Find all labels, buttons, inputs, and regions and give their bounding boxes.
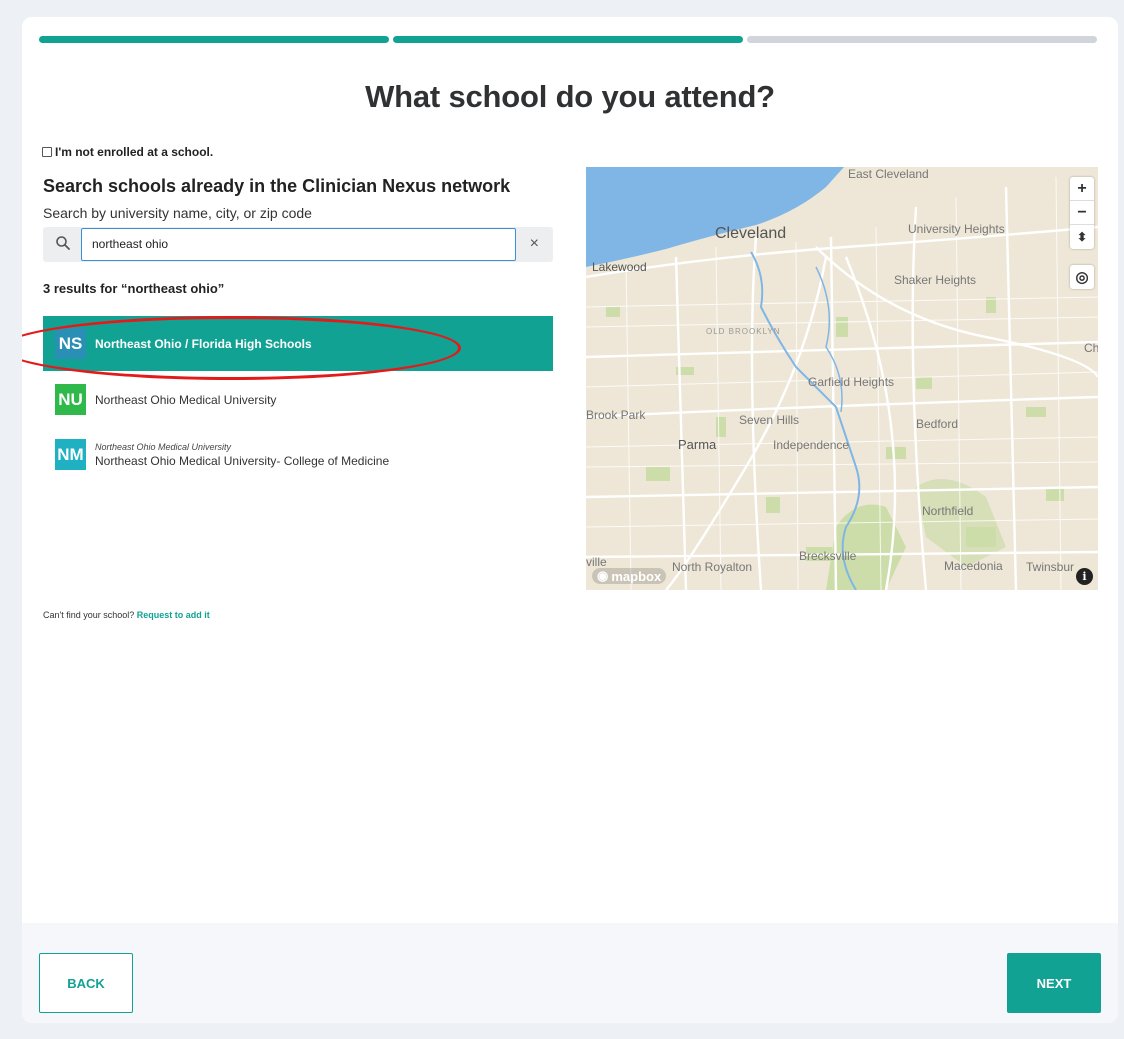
school-badge: NU xyxy=(55,384,86,415)
map-label-old-brooklyn: OLD BROOKLYN xyxy=(706,327,781,336)
results-summary: 3 results for “northeast ohio” xyxy=(43,281,225,296)
page-title: What school do you attend? xyxy=(365,79,775,114)
result-item-ns[interactable]: NS Northeast Ohio / Florida High Schools xyxy=(43,316,553,371)
not-enrolled-checkbox[interactable]: I'm not enrolled at a school. xyxy=(42,145,213,159)
map-label-bedford: Bedford xyxy=(916,417,959,431)
map-zoom-controls: + − ⬍ xyxy=(1070,177,1094,249)
info-icon[interactable]: i xyxy=(1076,568,1093,585)
progress-step-3 xyxy=(747,36,1097,43)
compass-button[interactable]: ⬍ xyxy=(1070,225,1094,249)
map-label-lakewood: Lakewood xyxy=(592,260,647,274)
school-badge: NM xyxy=(55,439,86,470)
locate-button[interactable]: ◎ xyxy=(1070,265,1094,289)
map-label-university-heights: University Heights xyxy=(908,222,1005,236)
map-label-edge-right: Ch xyxy=(1084,341,1098,355)
school-text: Northeast Ohio Medical University Northe… xyxy=(95,442,389,468)
map-label-shaker-heights: Shaker Heights xyxy=(894,273,977,287)
map-label-east-cleveland: East Cleveland xyxy=(848,167,929,181)
next-button[interactable]: NEXT xyxy=(1007,953,1101,1013)
search-box: northeast ohio × xyxy=(43,227,553,262)
result-item-nu[interactable]: NU Northeast Ohio Medical University xyxy=(43,372,553,427)
map-label-macedonia: Macedonia xyxy=(944,559,1003,573)
footer-bar: BACK NEXT xyxy=(22,923,1118,1023)
zoom-in-button[interactable]: + xyxy=(1070,177,1094,201)
mapbox-logo-icon: ◉ xyxy=(597,568,609,583)
zoom-out-button[interactable]: − xyxy=(1070,201,1094,225)
request-school: Can't find your school? Request to add i… xyxy=(43,610,210,620)
map-label-garfield-heights: Garfield Heights xyxy=(808,375,895,389)
clear-search-icon[interactable]: × xyxy=(530,235,539,253)
school-name: Northeast Ohio Medical University- Colle… xyxy=(95,453,390,468)
not-enrolled-label: I'm not enrolled at a school. xyxy=(55,145,214,159)
mapbox-logo[interactable]: ◉ mapbox xyxy=(592,568,667,584)
map-label-northfield: Northfield xyxy=(922,504,974,518)
school-name: Northeast Ohio Medical University xyxy=(95,392,277,407)
map-label-brecksville: Brecksville xyxy=(799,549,857,563)
school-map[interactable]: East Cleveland Cleveland University Heig… xyxy=(586,167,1098,590)
parent-school-name: Northeast Ohio Medical University xyxy=(95,441,232,452)
back-button[interactable]: BACK xyxy=(39,953,133,1013)
map-label-parma: Parma xyxy=(678,437,717,452)
map-label-north-royalton: North Royalton xyxy=(672,560,753,574)
search-input[interactable]: northeast ohio xyxy=(81,228,516,261)
map-label-independence: Independence xyxy=(773,438,850,452)
progress-bar xyxy=(39,36,1097,44)
map-label-brook-park: Brook Park xyxy=(586,408,646,422)
map-label-cleveland: Cleveland xyxy=(715,225,787,242)
map-label-seven-hills: Seven Hills xyxy=(739,413,800,427)
request-add-link[interactable]: Request to add it xyxy=(137,610,210,620)
progress-step-2 xyxy=(393,36,743,43)
onboarding-card: What school do you attend? I'm not enrol… xyxy=(22,17,1118,1023)
map-locate-control: ◎ xyxy=(1070,265,1094,289)
progress-step-1 xyxy=(39,36,389,43)
map-label-edge-left: ville xyxy=(586,555,607,569)
mapbox-logo-text: mapbox xyxy=(611,568,662,584)
map-label-twinsburg: Twinsbur xyxy=(1026,560,1075,574)
search-icon xyxy=(56,236,70,250)
search-subheading: Search by university name, city, or zip … xyxy=(43,205,312,221)
checkbox-icon[interactable] xyxy=(42,147,52,157)
school-badge: NS xyxy=(55,328,86,359)
search-heading: Search schools already in the Clinician … xyxy=(43,176,511,196)
result-item-nm[interactable]: NM Northeast Ohio Medical University Nor… xyxy=(43,427,553,482)
request-prompt: Can't find your school? xyxy=(43,610,135,620)
school-name: Northeast Ohio / Florida High Schools xyxy=(95,336,312,351)
